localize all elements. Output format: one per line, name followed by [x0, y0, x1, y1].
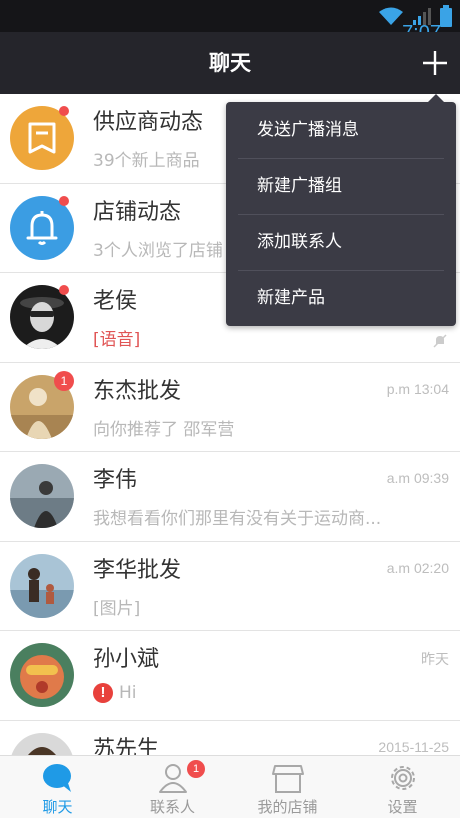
add-icon[interactable] — [420, 48, 450, 78]
chat-name: 供应商动态 — [93, 110, 204, 135]
add-menu: 发送广播消息 新建广播组 添加联系人 新建产品 — [226, 94, 456, 326]
chat-name: 孙小斌 — [93, 647, 160, 672]
menu-item-add-contact[interactable]: 添加联系人 — [226, 214, 456, 270]
chat-time: 2015-11-25 — [378, 738, 449, 755]
avatar — [10, 553, 74, 618]
tab-label: 我的店铺 — [257, 798, 318, 816]
menu-item-new-broadcast-group[interactable]: 新建广播组 — [226, 158, 456, 214]
menu-item-new-product[interactable]: 新建产品 — [226, 270, 456, 326]
chat-preview: 向你推荐了 邵军营 — [93, 419, 235, 440]
chat-time: p.m 13:04 — [386, 380, 449, 397]
gear-icon — [390, 766, 415, 790]
avatar-photo — [10, 643, 74, 707]
chat-name: 苏先生 — [93, 736, 160, 756]
chat-preview: 我想看看你们那里有没有关于运动商... — [93, 509, 382, 529]
menu-arrow — [428, 94, 444, 102]
avatar — [10, 643, 74, 707]
chat-time: 昨天 — [421, 651, 449, 667]
avatar — [10, 732, 74, 755]
chat-preview-text: Hi — [119, 683, 137, 703]
menu-item-send-broadcast[interactable]: 发送广播消息 — [226, 102, 456, 158]
chat-name: 东杰批发 — [93, 378, 182, 404]
chat-time: a.m 09:39 — [386, 470, 449, 486]
chat-name: 李伟 — [93, 468, 138, 493]
chat-name: 老侯 — [93, 289, 138, 314]
mute-icon — [433, 334, 447, 348]
tab-chat[interactable]: 聊天 — [0, 756, 115, 818]
chat-item-lihua[interactable]: 李华批发 [图片] a.m 02:20 — [0, 542, 460, 631]
unread-dot — [59, 106, 69, 116]
chat-preview: 39个新上商品 — [93, 151, 200, 171]
tab-settings[interactable]: 设置 — [345, 756, 460, 818]
tab-label: 联系人 — [149, 798, 195, 816]
avatar — [10, 464, 74, 528]
tab-bar: 聊天 1 联系人 我的店铺 设置 — [0, 755, 460, 818]
unread-dot — [59, 285, 69, 295]
chat-item-sun-xiaobin[interactable]: 孙小斌 ! Hi 昨天 — [0, 631, 460, 721]
tab-label: 聊天 — [42, 798, 73, 816]
chat-name: 店铺动态 — [93, 199, 182, 225]
chat-time: a.m 02:20 — [386, 559, 449, 576]
page-title: 聊天 — [209, 51, 251, 75]
contacts-badge: 1 — [187, 760, 205, 778]
send-failed-icon[interactable]: ! — [93, 683, 113, 703]
store-icon — [271, 765, 304, 793]
chat-name: 李华批发 — [93, 557, 182, 583]
chat-preview: 3个人浏览了店铺 — [93, 240, 223, 261]
wifi-icon — [379, 7, 403, 25]
chat-bubble-icon — [42, 764, 71, 792]
tab-label: 设置 — [387, 798, 418, 816]
unread-dot — [59, 195, 69, 206]
chat-preview: ! Hi — [93, 683, 137, 703]
chat-item-su[interactable]: 苏先生 2015-11-25 — [0, 721, 460, 756]
contacts-icon — [158, 764, 187, 793]
avatar-photo — [10, 464, 74, 528]
status-bar: 7:07 — [0, 0, 460, 44]
avatar-photo — [10, 553, 74, 618]
chat-preview: [图片] — [93, 598, 141, 619]
tab-contacts[interactable]: 1 联系人 — [115, 756, 230, 818]
chat-item-dongjie[interactable]: 1 东杰批发 向你推荐了 邵军营 p.m 13:04 — [0, 363, 460, 452]
tab-my-store[interactable]: 我的店铺 — [230, 756, 345, 818]
unread-badge: 1 — [54, 370, 74, 391]
chat-item-li-wei[interactable]: 李伟 我想看看你们那里有没有关于运动商... a.m 09:39 — [0, 452, 460, 542]
nav-bar: 聊天 — [0, 32, 460, 94]
battery-icon — [440, 5, 452, 27]
avatar-photo — [10, 732, 74, 755]
chat-preview: [语音] — [93, 330, 141, 350]
